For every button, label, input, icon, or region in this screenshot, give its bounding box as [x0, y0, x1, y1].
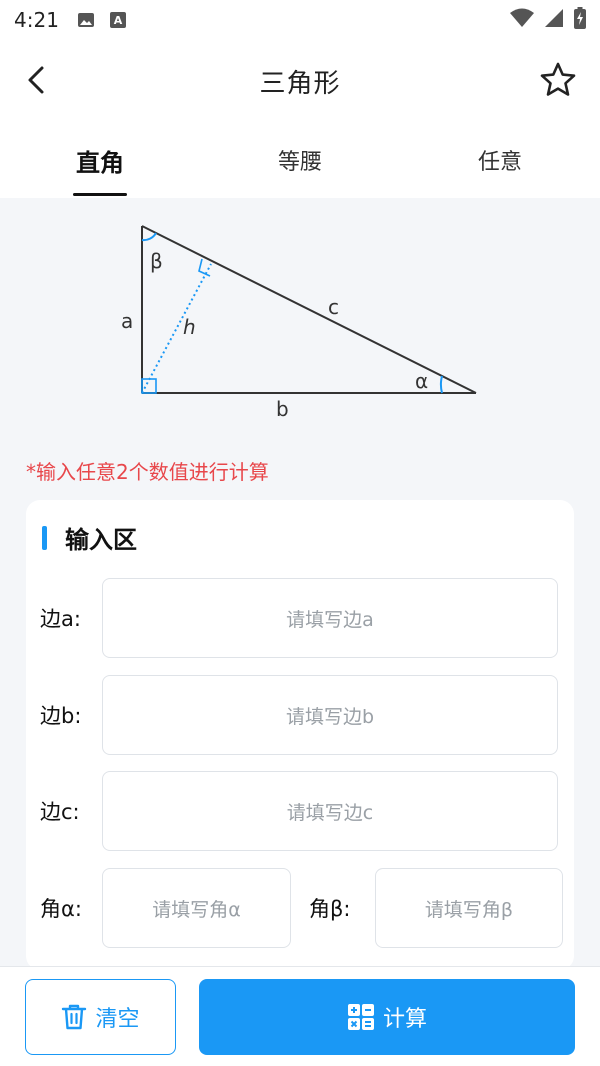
chevron-left-icon — [28, 66, 44, 94]
angle-beta-input[interactable]: 请填写角β — [375, 868, 563, 948]
side-c-label: 边c: — [40, 800, 80, 824]
font-icon: A — [109, 11, 127, 29]
side-b-label: 边b: — [40, 704, 82, 728]
image-icon — [77, 11, 95, 29]
calculate-button-label: 计算 — [382, 1007, 427, 1032]
side-c-row: 边c: 请填写边c — [40, 771, 558, 851]
label-beta: β — [150, 249, 163, 273]
clear-button[interactable]: 清空 — [25, 979, 176, 1055]
label-a: a — [121, 309, 133, 333]
altitude-line — [141, 263, 212, 394]
section-accent-bar — [42, 525, 47, 550]
side-a-input[interactable]: 请填写边a — [102, 578, 558, 658]
status-time: 4:21 — [14, 8, 59, 32]
app-bar: 三角形 — [0, 40, 600, 122]
back-button[interactable] — [18, 62, 54, 98]
status-bar: 4:21 A — [0, 0, 600, 40]
alpha-arc — [439, 375, 443, 394]
angle-alpha-label: 角α: — [40, 897, 82, 921]
trash-icon — [61, 1003, 87, 1031]
favorite-button[interactable] — [538, 60, 578, 100]
svg-text:A: A — [114, 14, 123, 27]
triangle-diagram: β a h c α b — [0, 198, 600, 438]
label-c: c — [328, 295, 339, 319]
calculator-icon — [347, 1003, 375, 1031]
input-card: 输入区 边a: 请填写边a 边b: 请填写边b 边c: 请填写边c 角α: 请填… — [26, 500, 574, 970]
triangle-shape — [141, 225, 477, 394]
calculate-button[interactable]: 计算 — [199, 979, 575, 1055]
battery-icon — [574, 7, 586, 33]
star-outline-icon — [540, 62, 576, 96]
bottom-action-bar: 清空 计算 — [0, 966, 600, 1066]
side-a-label: 边a: — [40, 607, 81, 631]
side-c-input[interactable]: 请填写边c — [102, 771, 558, 851]
side-a-row: 边a: 请填写边a — [40, 578, 558, 658]
beta-arc — [141, 232, 157, 242]
angle-alpha-input[interactable]: 请填写角α — [102, 868, 291, 948]
input-hint: *输入任意2个数值进行计算 — [26, 460, 269, 484]
side-b-input[interactable]: 请填写边b — [102, 675, 558, 755]
angles-row: 角α: 请填写角α 角β: 请填写角β — [40, 868, 563, 948]
wifi-icon — [510, 8, 534, 32]
tab-arbitrary[interactable]: 任意 — [400, 122, 600, 198]
label-alpha: α — [415, 369, 428, 393]
right-angle-mark — [141, 378, 157, 394]
side-b-row: 边b: 请填写边b — [40, 675, 558, 755]
clear-button-label: 清空 — [95, 1007, 140, 1032]
tab-isosceles[interactable]: 等腰 — [200, 122, 400, 198]
page-title: 三角形 — [259, 68, 341, 99]
input-card-title: 输入区 — [65, 526, 137, 554]
label-h: h — [183, 315, 196, 339]
label-b: b — [276, 397, 289, 421]
triangle-type-tabs: 直角 等腰 任意 — [0, 122, 600, 198]
input-card-header: 输入区 — [42, 520, 137, 555]
signal-icon — [544, 8, 564, 32]
tab-right-triangle[interactable]: 直角 — [0, 122, 200, 198]
angle-beta-label: 角β: — [309, 897, 351, 921]
